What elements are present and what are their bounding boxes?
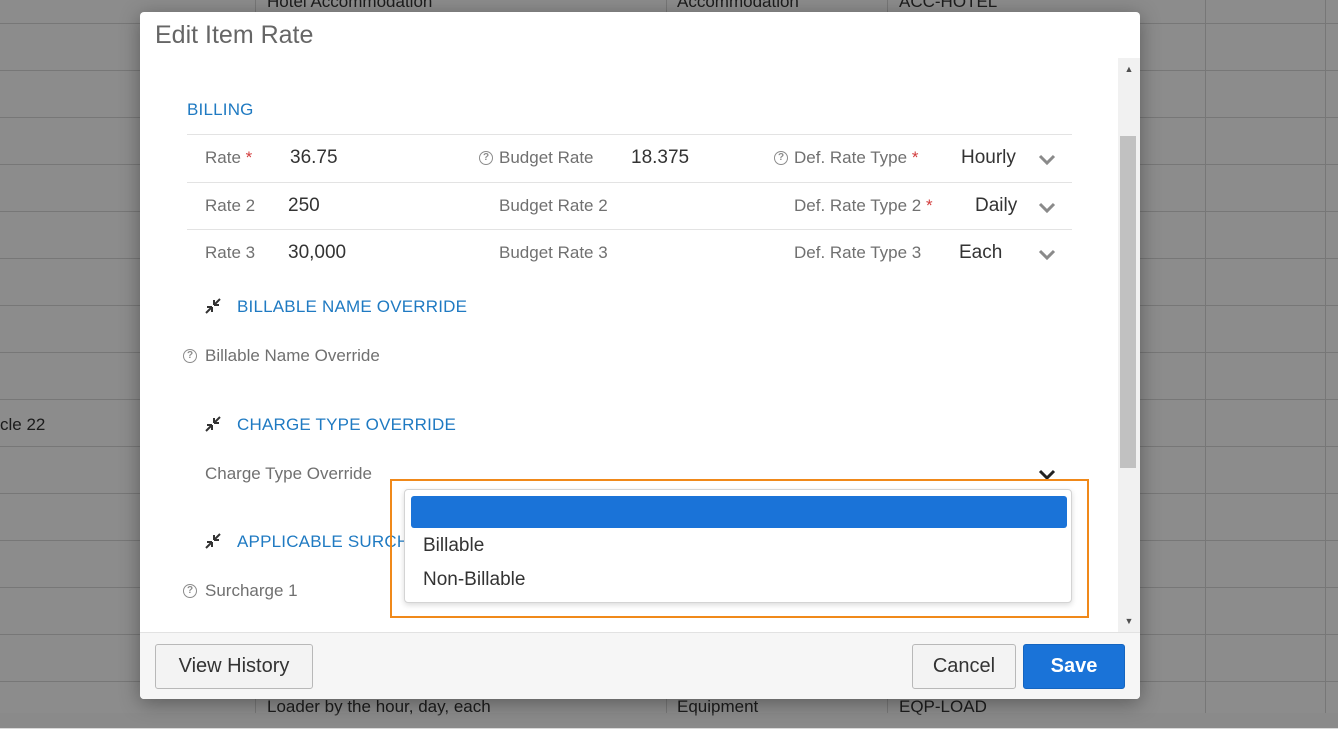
divider	[187, 182, 1072, 183]
budget-rate-label: Budget Rate	[499, 148, 594, 167]
budget-rate-input[interactable]: 18.375	[631, 147, 689, 169]
charge-type-dropdown-menu: Billable Non-Billable	[404, 489, 1072, 603]
modal-footer: View History Cancel Save	[140, 632, 1140, 699]
budget-rate-2-label: Budget Rate 2	[499, 196, 608, 215]
modal-title: Edit Item Rate	[155, 21, 314, 49]
billable-name-override-label: Billable Name Override	[205, 346, 380, 365]
scroll-thumb[interactable]	[1120, 136, 1136, 468]
rate-3-label: Rate 3	[205, 243, 256, 262]
billing-section-title: BILLING	[187, 100, 254, 119]
rate-label: Rate *	[205, 148, 253, 167]
cancel-button[interactable]: Cancel	[912, 644, 1016, 689]
compress-arrows-icon[interactable]	[203, 414, 223, 434]
charge-type-override-label: Charge Type Override	[205, 464, 372, 483]
compress-arrows-icon[interactable]	[203, 531, 223, 551]
view-history-button[interactable]: View History	[155, 644, 313, 689]
question-circle-icon[interactable]: ?	[774, 151, 788, 165]
question-circle-icon[interactable]: ?	[479, 151, 493, 165]
compress-arrows-icon[interactable]	[203, 296, 223, 316]
rate-input[interactable]: 36.75	[290, 147, 338, 169]
def-rate-type-3-select[interactable]: Each	[959, 242, 1002, 264]
def-rate-type-2-label: Def. Rate Type 2 *	[794, 196, 933, 215]
chevron-down-icon[interactable]	[1036, 148, 1058, 170]
divider	[187, 229, 1072, 230]
triangle-down-icon[interactable]: ▼	[1118, 612, 1140, 630]
def-rate-type-select[interactable]: Hourly	[961, 147, 1016, 169]
dropdown-option-empty[interactable]	[411, 496, 1067, 528]
def-rate-type-3-label: Def. Rate Type 3	[794, 243, 922, 262]
save-button[interactable]: Save	[1023, 644, 1125, 689]
rate-2-label: Rate 2	[205, 196, 256, 215]
def-rate-type-label: Def. Rate Type *	[794, 148, 919, 167]
triangle-up-icon[interactable]: ▲	[1118, 60, 1140, 78]
chevron-down-icon[interactable]	[1036, 196, 1058, 218]
charge-type-override-title[interactable]: CHARGE TYPE OVERRIDE	[237, 415, 456, 435]
rate-2-input[interactable]: 250	[288, 195, 320, 217]
divider	[187, 134, 1072, 135]
question-circle-icon[interactable]: ?	[183, 584, 197, 598]
billable-name-override-title[interactable]: BILLABLE NAME OVERRIDE	[237, 297, 467, 317]
surcharge-1-label: Surcharge 1	[205, 581, 298, 600]
required-marker: *	[926, 196, 933, 215]
modal-header: Edit Item Rate	[140, 12, 1140, 58]
dropdown-option-billable[interactable]: Billable	[423, 535, 484, 557]
chevron-down-icon[interactable]	[1036, 243, 1058, 265]
question-circle-icon[interactable]: ?	[183, 349, 197, 363]
required-marker: *	[245, 148, 253, 167]
budget-rate-3-label: Budget Rate 3	[499, 243, 608, 262]
def-rate-type-2-select[interactable]: Daily	[975, 195, 1017, 217]
required-marker: *	[911, 148, 919, 167]
rate-3-input[interactable]: 30,000	[288, 242, 346, 264]
modal-scrollbar[interactable]: ▲ ▼	[1118, 58, 1140, 632]
dropdown-option-non-billable[interactable]: Non-Billable	[423, 569, 525, 591]
